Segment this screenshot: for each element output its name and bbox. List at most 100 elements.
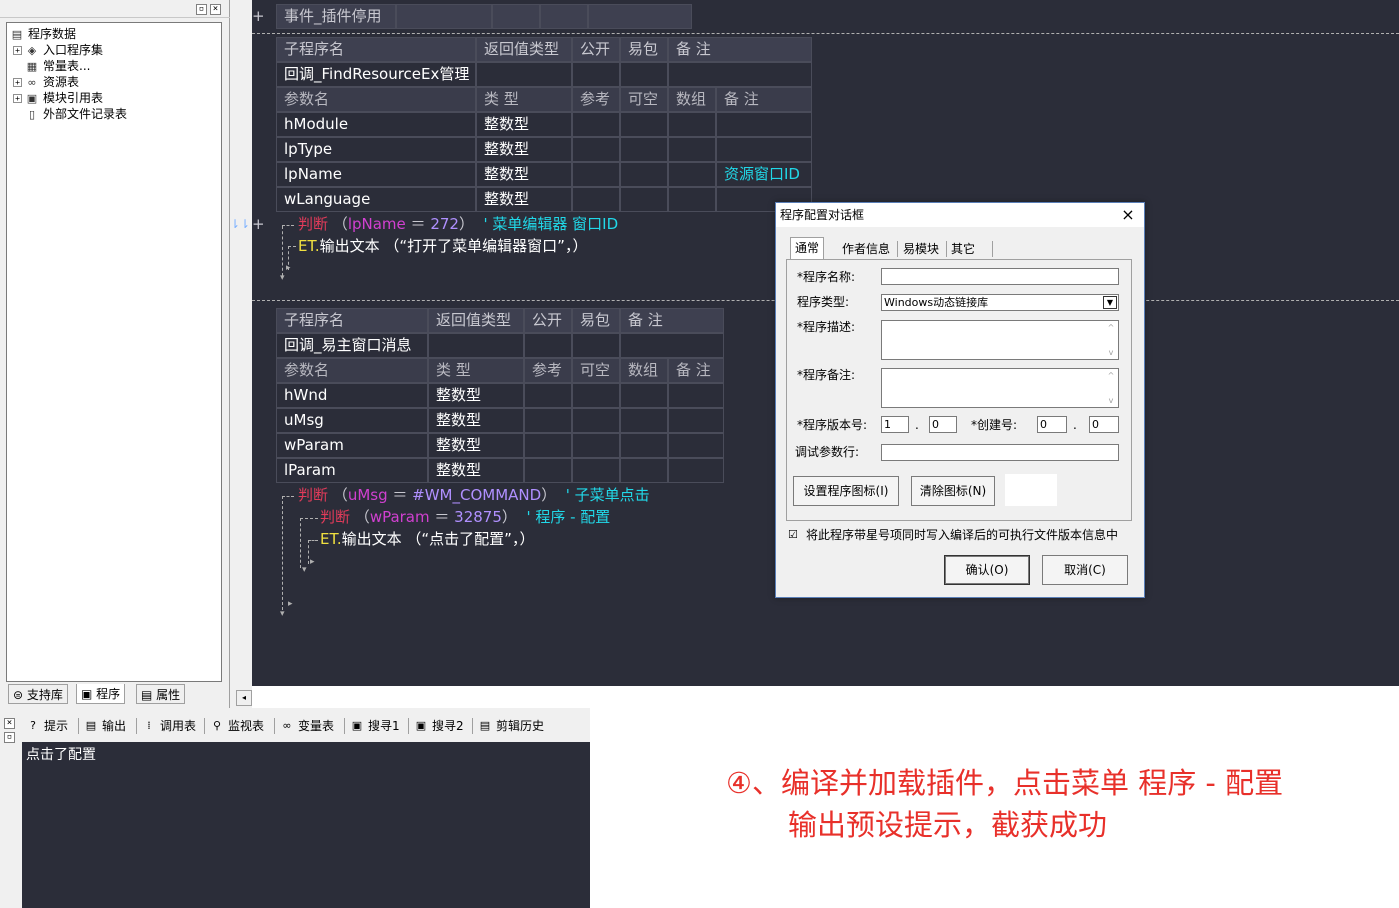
- param-nullable-cell[interactable]: [572, 433, 620, 458]
- dialog-close-icon[interactable]: ×: [1120, 205, 1136, 225]
- code-line-if-umsg[interactable]: 判断 （uMsg ＝ #WM_COMMAND） ' 子菜单点击: [298, 485, 650, 505]
- param-type-cell[interactable]: 整数型: [476, 162, 572, 187]
- build-major-input[interactable]: 0: [1037, 416, 1067, 433]
- param-type-cell[interactable]: 整数型: [476, 112, 572, 137]
- param-ref-cell[interactable]: [524, 383, 572, 408]
- sub-package-cell[interactable]: [572, 333, 620, 358]
- scroll-up-icon[interactable]: ^: [1105, 323, 1117, 332]
- restore-icon[interactable]: ▫: [196, 4, 207, 15]
- param-array-cell[interactable]: [620, 408, 668, 433]
- ok-button[interactable]: 确认(O): [944, 555, 1030, 585]
- program-note-textarea[interactable]: ^ v: [881, 368, 1119, 408]
- program-desc-textarea[interactable]: ^ v: [881, 320, 1119, 360]
- param-nullable-cell[interactable]: [620, 137, 668, 162]
- tree-item-constants[interactable]: ▦ 常量表...: [25, 58, 91, 74]
- event-name-cell[interactable]: 事件_插件停用: [276, 4, 396, 29]
- param-array-cell[interactable]: [668, 187, 716, 212]
- param-ref-cell[interactable]: [524, 458, 572, 483]
- version-info-checkbox[interactable]: ☑: [788, 529, 802, 541]
- param-note-cell[interactable]: [716, 112, 812, 137]
- param-ref-cell[interactable]: [572, 112, 620, 137]
- tab-hint[interactable]: ? 提示: [26, 716, 68, 736]
- tree-item-program-data[interactable]: ▤ 程序数据: [10, 26, 76, 42]
- build-minor-input[interactable]: 0: [1089, 416, 1119, 433]
- bottom-restore-icon[interactable]: ▫: [4, 732, 15, 743]
- tab-search2[interactable]: ▣ 搜寻2: [414, 716, 464, 736]
- clear-icon-button[interactable]: 清除图标(N): [911, 476, 995, 506]
- param-array-cell[interactable]: [620, 433, 668, 458]
- tab-watch[interactable]: ⚲ 监视表: [210, 716, 264, 736]
- dialog-titlebar[interactable]: 程序配置对话框 ×: [776, 203, 1144, 227]
- sub-return-cell[interactable]: [476, 62, 572, 87]
- tree-item-resources[interactable]: + ∞ 资源表: [13, 74, 79, 90]
- program-type-select[interactable]: Windows动态链接库 ▼: [881, 294, 1119, 311]
- code-line-output-config[interactable]: ET.输出文本 （“点击了配置”，）: [320, 529, 534, 549]
- tab-properties[interactable]: ▤ 属性: [136, 684, 186, 704]
- param-nullable-cell[interactable]: [572, 408, 620, 433]
- set-icon-button[interactable]: 设置程序图标(I): [793, 476, 899, 506]
- tree-item-external-files[interactable]: ▯ 外部文件记录表: [25, 106, 127, 122]
- output-area[interactable]: 点击了配置: [22, 742, 590, 908]
- param-nullable-cell[interactable]: [572, 458, 620, 483]
- bottom-close-icon[interactable]: ×: [4, 718, 15, 729]
- param-name-cell[interactable]: wParam: [276, 433, 428, 458]
- tab-other[interactable]: 其它: [947, 239, 979, 259]
- cancel-button[interactable]: 取消(C): [1042, 555, 1128, 585]
- param-ref-cell[interactable]: [572, 162, 620, 187]
- breakpoint-marker-icon[interactable]: ⇂⇂: [230, 214, 250, 234]
- tab-output[interactable]: ▤ 输出: [84, 716, 126, 736]
- param-note-cell[interactable]: [716, 137, 812, 162]
- expand-icon[interactable]: +: [13, 45, 22, 55]
- scroll-down-icon[interactable]: v: [1105, 396, 1117, 405]
- version-major-input[interactable]: 1: [881, 416, 909, 433]
- sub-name-cell[interactable]: 回调_FindResourceEx管理: [276, 62, 476, 87]
- expand-event-icon[interactable]: +: [252, 6, 265, 26]
- param-note-cell[interactable]: [668, 433, 724, 458]
- param-type-cell[interactable]: 整数型: [476, 137, 572, 162]
- code-line-if-lpname[interactable]: 判断 （lpName ＝ 272） ' 菜单编辑器 窗口ID: [298, 214, 618, 234]
- code-line-if-wparam[interactable]: 判断 （wParam ＝ 32875） ' 程序 - 配置: [320, 507, 610, 527]
- scroll-left-icon[interactable]: ◂: [236, 690, 252, 706]
- param-name-cell[interactable]: lParam: [276, 458, 428, 483]
- param-nullable-cell[interactable]: [620, 112, 668, 137]
- version-info-checkbox-label[interactable]: 将此程序带星号项同时写入编译后的可执行文件版本信息中: [806, 527, 1118, 543]
- param-note-cell[interactable]: [668, 458, 724, 483]
- editor-scroll-left[interactable]: ◂: [232, 686, 272, 708]
- panel-close-icon[interactable]: ×: [210, 4, 221, 15]
- param-name-cell[interactable]: lpName: [276, 162, 476, 187]
- tree-item-entry-assembly[interactable]: + ◈ 入口程序集: [13, 42, 103, 58]
- tab-support-library[interactable]: ⊜ 支持库: [8, 684, 68, 704]
- collapse-code-icon[interactable]: +: [252, 214, 265, 234]
- param-name-cell[interactable]: hWnd: [276, 383, 428, 408]
- tab-clipboard-history[interactable]: ▤ 剪辑历史: [478, 716, 544, 736]
- param-array-cell[interactable]: [620, 383, 668, 408]
- chevron-down-icon[interactable]: ▼: [1103, 296, 1117, 309]
- param-nullable-cell[interactable]: [620, 162, 668, 187]
- param-ref-cell[interactable]: [524, 408, 572, 433]
- param-array-cell[interactable]: [668, 112, 716, 137]
- debug-args-input[interactable]: [881, 444, 1119, 461]
- param-type-cell[interactable]: 整数型: [476, 187, 572, 212]
- tab-e-module[interactable]: 易模块: [899, 239, 943, 259]
- param-type-cell[interactable]: 整数型: [428, 408, 524, 433]
- param-type-cell[interactable]: 整数型: [428, 458, 524, 483]
- sub-name-cell[interactable]: 回调_易主窗口消息: [276, 333, 428, 358]
- expand-icon[interactable]: +: [13, 93, 22, 103]
- panel-splitter[interactable]: [230, 0, 252, 708]
- sub-public-cell[interactable]: [572, 62, 620, 87]
- param-note-cell[interactable]: [668, 408, 724, 433]
- sub-public-cell[interactable]: [524, 333, 572, 358]
- param-name-cell[interactable]: lpType: [276, 137, 476, 162]
- code-line-output-menu-editor[interactable]: ET.输出文本 （“打开了菜单编辑器窗口”，）: [298, 236, 587, 256]
- param-name-cell[interactable]: wLanguage: [276, 187, 476, 212]
- param-array-cell[interactable]: [668, 137, 716, 162]
- param-note-cell[interactable]: 资源窗口ID: [716, 162, 812, 187]
- tab-author-info[interactable]: 作者信息: [838, 239, 894, 259]
- param-name-cell[interactable]: uMsg: [276, 408, 428, 433]
- param-nullable-cell[interactable]: [572, 383, 620, 408]
- param-note-cell[interactable]: [668, 383, 724, 408]
- scroll-up-icon[interactable]: ^: [1105, 371, 1117, 380]
- param-type-cell[interactable]: 整数型: [428, 433, 524, 458]
- tab-search1[interactable]: ▣ 搜寻1: [350, 716, 400, 736]
- tab-program[interactable]: ▣ 程序: [76, 684, 126, 704]
